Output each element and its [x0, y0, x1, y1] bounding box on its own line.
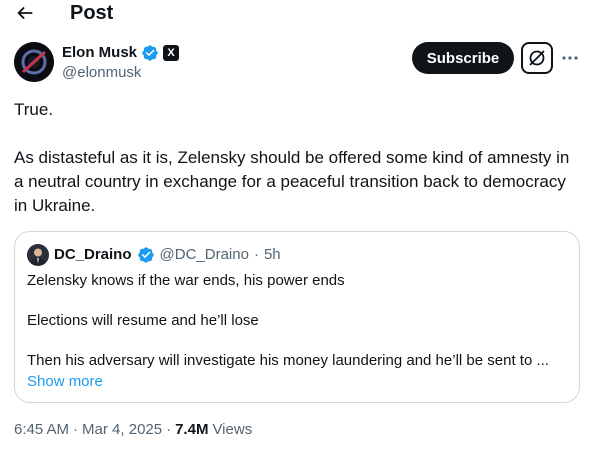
page-title: Post	[70, 2, 114, 24]
author-name[interactable]: Elon Musk	[62, 43, 137, 63]
more-icon	[562, 56, 578, 60]
subscribe-button[interactable]: Subscribe	[412, 42, 514, 74]
post-date[interactable]: Mar 4, 2025	[82, 420, 162, 440]
quoted-post-header: DC_Draino @DC_Draino · 5h	[27, 244, 281, 266]
meta-separator: ·	[73, 421, 79, 438]
author-name-row: Elon Musk X	[62, 43, 180, 63]
x-affiliate-badge-icon: X	[163, 45, 180, 61]
quoted-line: Elections will resume and he’ll lose	[27, 312, 259, 329]
verified-badge-icon	[142, 45, 158, 61]
author-handle[interactable]: @elonmusk	[62, 63, 141, 83]
quoted-post[interactable]: DC_Draino @DC_Draino · 5h Zelensky knows…	[14, 231, 580, 403]
avatar[interactable]	[14, 42, 54, 82]
quoted-author-name[interactable]: DC_Draino	[54, 245, 132, 265]
meta-separator: ·	[166, 421, 172, 438]
views-count: 7.4M	[175, 421, 209, 438]
quoted-line: Then his adversary will investigate his …	[27, 352, 549, 369]
quoted-post-text: Zelensky knows if the war ends, his powe…	[27, 271, 567, 371]
more-options-button[interactable]	[558, 48, 582, 68]
views-label: Views	[212, 421, 253, 438]
post-paragraph: As distasteful as it is, Zelensky should…	[14, 148, 570, 215]
quoted-separator: ·	[253, 246, 259, 263]
quoted-timestamp[interactable]: 5h	[264, 245, 281, 265]
back-button[interactable]	[14, 2, 36, 24]
quoted-author-handle: @DC_Draino	[159, 246, 249, 263]
show-more-link[interactable]: Show more	[27, 372, 103, 392]
verified-badge-icon	[137, 247, 154, 263]
quoted-line: Zelensky knows if the war ends, his powe…	[27, 272, 345, 289]
quoted-avatar[interactable]	[27, 244, 49, 266]
grok-icon	[529, 50, 545, 66]
post-time[interactable]: 6:45 AM	[14, 420, 69, 440]
post-text: True. As distasteful as it is, Zelensky …	[14, 98, 579, 218]
post-meta: 6:45 AM · Mar 4, 2025 · 7.4M Views	[14, 420, 252, 440]
grok-button[interactable]	[521, 42, 553, 74]
top-bar: Post	[0, 0, 589, 28]
post-paragraph: True.	[14, 100, 54, 119]
arrow-left-icon	[17, 6, 33, 20]
